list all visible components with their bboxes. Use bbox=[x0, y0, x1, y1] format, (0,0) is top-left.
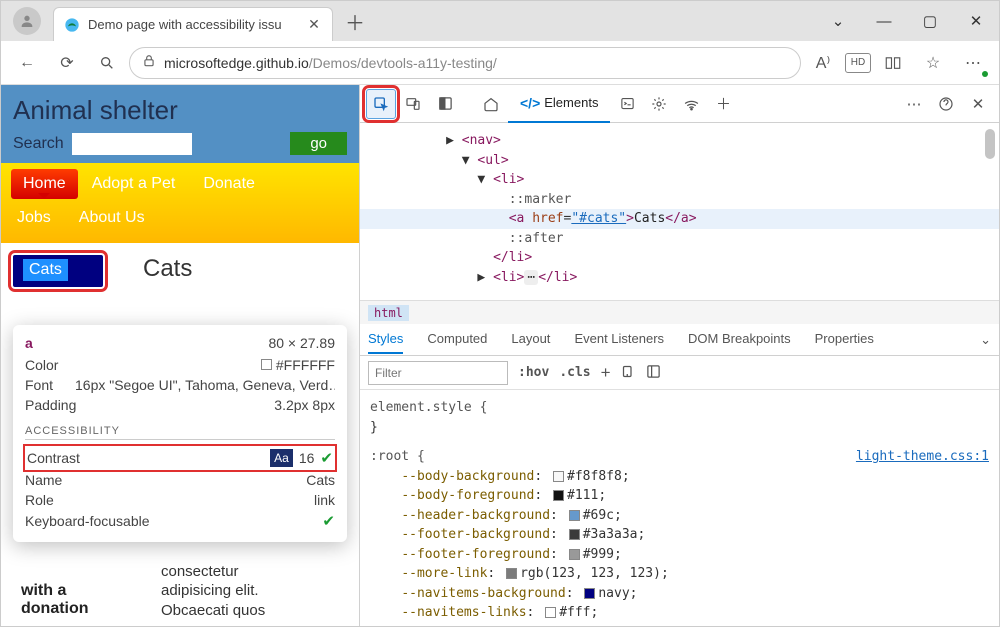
devtools-close-icon[interactable]: ✕ bbox=[963, 89, 993, 119]
accessibility-heading: ACCESSIBILITY bbox=[25, 425, 335, 440]
scrollbar[interactable] bbox=[985, 129, 995, 159]
css-property-row[interactable]: --navitems-background: navy; bbox=[370, 584, 989, 604]
caret-down-icon[interactable]: ⌄ bbox=[815, 5, 861, 37]
page-title: Animal shelter bbox=[13, 95, 347, 126]
search-icon[interactable] bbox=[89, 47, 125, 79]
minimize-button[interactable]: ― bbox=[861, 5, 907, 37]
address-bar: ← ⟳ microsoftedge.github.io/Demos/devtoo… bbox=[1, 41, 999, 85]
computed-icon[interactable] bbox=[646, 364, 661, 382]
nav-jobs[interactable]: Jobs bbox=[11, 203, 65, 233]
contrast-row: Contrast Aa 16 ✔ bbox=[25, 446, 335, 470]
styles-body[interactable]: element.style { } light-theme.css:1 :roo… bbox=[360, 390, 999, 626]
more-icon[interactable]: ⋯ bbox=[955, 47, 991, 79]
inspect-tooltip: a 80 × 27.89 Color #FFFFFF Font 16px "Se… bbox=[13, 325, 347, 542]
favorite-icon[interactable]: ☆ bbox=[915, 47, 951, 79]
nav-about[interactable]: About Us bbox=[65, 203, 159, 233]
help-icon[interactable] bbox=[931, 89, 961, 119]
dom-breakpoints-tab[interactable]: DOM Breakpoints bbox=[688, 325, 791, 354]
css-property-row[interactable]: --body-foreground: #111; bbox=[370, 486, 989, 506]
toggle-icon[interactable] bbox=[621, 364, 636, 382]
refresh-button[interactable]: ⟳ bbox=[49, 47, 85, 79]
check-icon: ✔ bbox=[320, 449, 333, 467]
properties-tab[interactable]: Properties bbox=[815, 325, 874, 354]
styles-filter-input[interactable] bbox=[368, 361, 508, 385]
more-tabs-button[interactable]: ＋ bbox=[708, 89, 738, 119]
edge-icon bbox=[64, 17, 80, 33]
css-property-row[interactable]: --navhover-background: dodgerblue; bbox=[370, 623, 989, 627]
event-listeners-tab[interactable]: Event Listeners bbox=[574, 325, 664, 354]
computed-tab[interactable]: Computed bbox=[427, 325, 487, 354]
new-rule-icon[interactable]: + bbox=[601, 363, 611, 383]
hd-icon[interactable]: HD bbox=[845, 53, 871, 73]
dock-side-icon[interactable] bbox=[430, 89, 460, 119]
sidebar-nav: Cats bbox=[13, 255, 103, 287]
page-partial-text2: consectetur adipisicing elit. Obcaecati … bbox=[161, 562, 265, 621]
source-link[interactable]: light-theme.css:1 bbox=[856, 447, 989, 467]
device-toggle-button[interactable] bbox=[398, 89, 428, 119]
read-aloud-icon[interactable]: A⁾ bbox=[805, 47, 841, 79]
contrast-badge: Aa bbox=[270, 449, 293, 467]
css-property-row[interactable]: --footer-foreground: #999; bbox=[370, 545, 989, 565]
nav-adopt[interactable]: Adopt a Pet bbox=[78, 169, 190, 199]
browser-tab[interactable]: Demo page with accessibility issu ✕ bbox=[53, 7, 333, 41]
window-titlebar: Demo page with accessibility issu ✕ ＋ ⌄ … bbox=[1, 1, 999, 41]
profile-icon[interactable] bbox=[13, 7, 41, 35]
dom-breadcrumb[interactable]: html bbox=[360, 300, 999, 324]
css-property-row[interactable]: --footer-background: #3a3a3a; bbox=[370, 525, 989, 545]
chevron-down-icon[interactable]: ⌄ bbox=[980, 332, 991, 348]
styles-tab[interactable]: Styles bbox=[368, 325, 403, 354]
css-property-row[interactable]: --navitems-links: #fff; bbox=[370, 603, 989, 623]
cats-heading: Cats bbox=[143, 255, 192, 287]
search-label: Search bbox=[13, 135, 64, 153]
page-viewport: Animal shelter Search go Home Adopt a Pe… bbox=[1, 85, 359, 626]
search-go-button[interactable]: go bbox=[290, 132, 347, 155]
tab-title: Demo page with accessibility issu bbox=[88, 17, 306, 32]
tooltip-dims: 80 × 27.89 bbox=[268, 335, 335, 351]
maximize-button[interactable]: ▢ bbox=[907, 5, 953, 37]
elements-tab[interactable]: </>Elements bbox=[508, 85, 610, 123]
cls-toggle[interactable]: .cls bbox=[559, 365, 590, 380]
devtools-more-icon[interactable]: ⋯ bbox=[899, 89, 929, 119]
welcome-icon[interactable] bbox=[476, 89, 506, 119]
search-input[interactable] bbox=[72, 133, 192, 155]
new-tab-button[interactable]: ＋ bbox=[339, 5, 371, 37]
sources-icon[interactable] bbox=[644, 89, 674, 119]
tooltip-tag: a bbox=[25, 335, 33, 351]
lock-icon bbox=[142, 54, 156, 71]
nav-home[interactable]: Home bbox=[11, 169, 78, 199]
inspect-element-button[interactable] bbox=[366, 89, 396, 119]
hov-toggle[interactable]: :hov bbox=[518, 365, 549, 380]
nav-donate[interactable]: Donate bbox=[189, 169, 269, 199]
reading-list-icon[interactable] bbox=[875, 47, 911, 79]
network-icon[interactable] bbox=[676, 89, 706, 119]
close-button[interactable]: ✕ bbox=[953, 5, 999, 37]
layout-tab[interactable]: Layout bbox=[511, 325, 550, 354]
devtools-panel: </>Elements ＋ ⋯ ✕ bbox=[359, 85, 999, 626]
css-property-row[interactable]: --more-link: rgb(123, 123, 123); bbox=[370, 564, 989, 584]
url-input[interactable]: microsoftedge.github.io/Demos/devtools-a… bbox=[129, 47, 801, 79]
css-property-row[interactable]: --header-background: #69c; bbox=[370, 506, 989, 526]
color-swatch bbox=[261, 359, 272, 370]
nav-cats-link[interactable]: Cats bbox=[23, 259, 68, 281]
check-icon: ✔ bbox=[322, 512, 335, 530]
back-button[interactable]: ← bbox=[9, 47, 45, 79]
console-icon[interactable] bbox=[612, 89, 642, 119]
dom-tree[interactable]: ▶ <nav> ▼ <ul> ▼ <li> ::marker <a href="… bbox=[360, 123, 999, 300]
tab-close-icon[interactable]: ✕ bbox=[306, 17, 322, 33]
css-property-row[interactable]: --body-background: #f8f8f8; bbox=[370, 467, 989, 487]
page-partial-text: with adonation bbox=[21, 582, 89, 618]
